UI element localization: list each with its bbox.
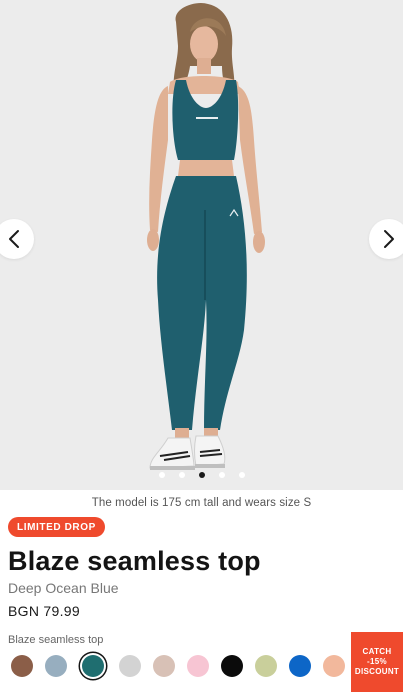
pagination-dot[interactable]: [218, 472, 225, 478]
color-swatch[interactable]: [289, 655, 311, 677]
gallery-pagination: [0, 472, 403, 478]
color-swatch[interactable]: [119, 655, 141, 677]
color-swatches: [11, 655, 345, 677]
chevron-right-icon: [384, 230, 394, 248]
promo-line-1: CATCH: [362, 647, 392, 656]
product-color-name: Deep Ocean Blue: [8, 580, 119, 596]
promo-line-3: DISCOUNT: [354, 667, 400, 676]
color-swatch[interactable]: [187, 655, 209, 677]
model-size-caption: The model is 175 cm tall and wears size …: [91, 497, 312, 509]
color-swatch[interactable]: [221, 655, 243, 677]
product-title: Blaze seamless top: [8, 546, 261, 576]
product-image-gallery[interactable]: [0, 0, 403, 490]
color-swatch-selected[interactable]: [82, 655, 104, 677]
promo-line-2: -15%: [367, 657, 387, 666]
color-swatch[interactable]: [45, 655, 67, 677]
product-price: BGN 79.99: [8, 603, 80, 619]
pagination-dot[interactable]: [158, 472, 165, 478]
next-image-button[interactable]: [369, 219, 403, 259]
color-swatch[interactable]: [255, 655, 277, 677]
pagination-dot[interactable]: [178, 472, 185, 478]
pagination-dot-active[interactable]: [198, 472, 205, 478]
chevron-left-icon: [9, 230, 19, 248]
variant-label: Blaze seamless top: [8, 634, 104, 646]
color-swatch[interactable]: [11, 655, 33, 677]
limited-drop-badge: LIMITED DROP: [8, 517, 105, 537]
pagination-dot[interactable]: [238, 472, 245, 478]
product-photo: [0, 0, 403, 490]
color-swatch[interactable]: [323, 655, 345, 677]
discount-promo-button[interactable]: CATCH -15% DISCOUNT: [351, 632, 403, 692]
color-swatch[interactable]: [153, 655, 175, 677]
